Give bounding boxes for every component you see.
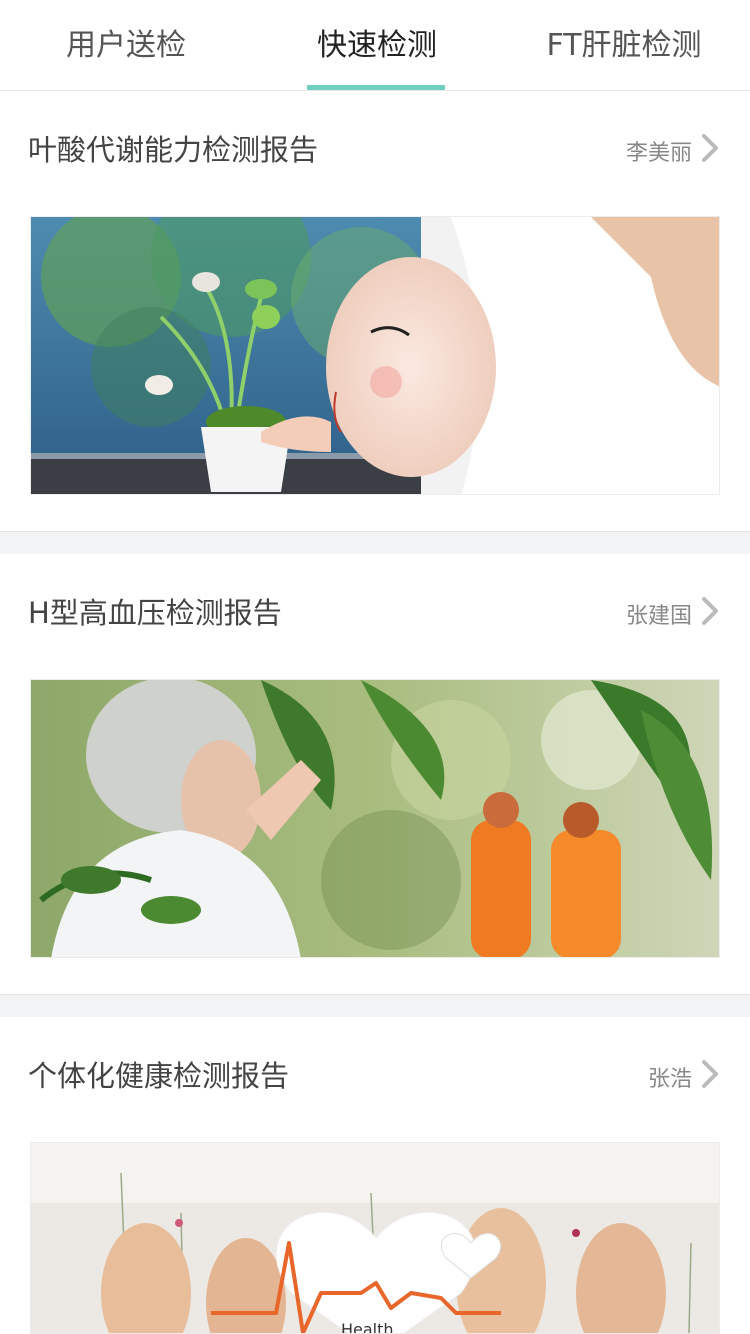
report-author: 张建国 [625, 604, 692, 629]
pregnant-belly-photo [30, 216, 720, 495]
report-title: 叶酸代谢能力检测报告 [28, 133, 319, 167]
report-card-personalized[interactable]: 个体化健康检测报告 张浩 Health [0, 1017, 750, 1334]
feet-heart-health-photo: Health [30, 1142, 720, 1334]
elderly-woman-garden-photo [30, 679, 720, 958]
chevron-right-icon [702, 597, 718, 625]
tab-quick-test[interactable]: 快速检测 [287, 0, 467, 91]
report-card-hypertension[interactable]: H型高血压检测报告 张建国 [0, 554, 750, 995]
report-title: H型高血压检测报告 [28, 596, 282, 630]
chevron-right-icon [702, 1060, 718, 1088]
tab-bar: 用户送检 快速检测 FT肝脏检测 [0, 0, 750, 91]
section-separator [0, 532, 750, 554]
tab-ft-liver-test[interactable]: FT肝脏检测 [530, 0, 718, 91]
report-card-folate[interactable]: 叶酸代谢能力检测报告 李美丽 [0, 91, 750, 532]
chevron-right-icon [702, 134, 718, 162]
report-title: 个体化健康检测报告 [28, 1059, 290, 1093]
tab-user-sample[interactable]: 用户送检 [36, 0, 216, 91]
section-separator [0, 995, 750, 1017]
health-label: Health [341, 1320, 394, 1334]
report-author: 张浩 [647, 1067, 692, 1092]
active-tab-indicator [307, 85, 445, 90]
report-author: 李美丽 [625, 141, 692, 166]
